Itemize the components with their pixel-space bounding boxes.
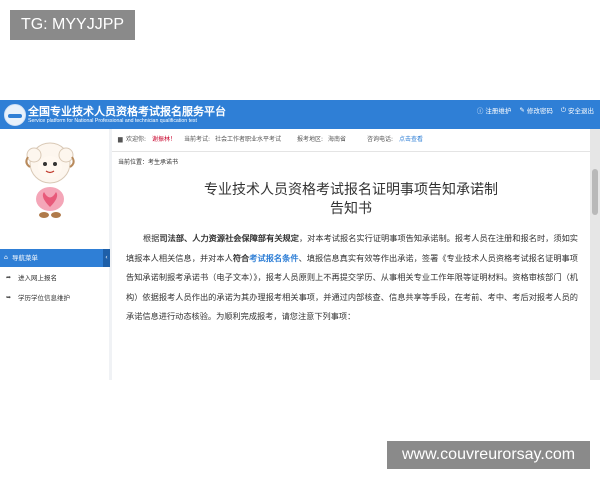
- sidebar-item-label: 学历学位信息维护: [18, 294, 70, 302]
- watermark-top: TG: MYYJJPP: [10, 10, 135, 40]
- body-bold-text: 司法部、人力资源社会保障部有关规定: [159, 233, 299, 243]
- chevron-left-icon: ‹: [105, 254, 108, 261]
- sidebar: ⌂ 导航菜单 ‹ ➦ 进入网上报名 ➥ 学历学位信息维护: [0, 129, 110, 380]
- body-text: 根据: [143, 233, 160, 243]
- header-links: ⓘ 注册维护 ✎ 修改密码 ⏻ 安全退出: [477, 105, 594, 116]
- region-label: 报考地区:: [297, 136, 324, 143]
- nav-menu-header[interactable]: ⌂ 导航菜单: [0, 249, 109, 267]
- edit-icon: ✎: [519, 106, 525, 114]
- register-maintain-link[interactable]: ⓘ 注册维护: [477, 105, 512, 115]
- notice-link[interactable]: 点击查看: [399, 129, 423, 151]
- sidebar-item-label: 进入网上报名: [18, 274, 57, 282]
- sidebar-item-education-info[interactable]: ➥ 学历学位信息维护: [0, 289, 109, 307]
- register-maintain-label: 注册维护: [485, 107, 512, 115]
- nav-menu-label: 导航菜单: [12, 254, 38, 262]
- body-bold-text: 符合: [232, 252, 250, 263]
- main-content: ▆ 欢迎你: 谢振林！ 当前考试: 社会工作者职业水平考试 报考地区: 海南省 …: [112, 129, 590, 380]
- region-name: 海南省: [328, 136, 347, 143]
- notice-label: 咨询电话:: [367, 136, 394, 143]
- forward-icon: ➥: [6, 294, 12, 301]
- document-body: 根据司法部、人力资源社会保障部有关规定，对本考试报名实行证明事项告知承诺制。报考…: [126, 229, 578, 327]
- scrollbar-thumb[interactable]: [592, 169, 598, 215]
- change-password-link[interactable]: ✎ 修改密码: [519, 105, 552, 115]
- user-info-bar: ▆ 欢迎你: 谢振林！ 当前考试: 社会工作者职业水平考试 报考地区: 海南省 …: [112, 129, 590, 152]
- home-icon: ⌂: [4, 254, 8, 261]
- document-title: 专业技术人员资格考试报名证明事项告知承诺制 告知书: [112, 181, 590, 219]
- exam-name: 社会工作者职业水平考试: [215, 136, 282, 143]
- sidebar-collapse-button[interactable]: ‹: [103, 249, 110, 267]
- user-name: 谢振林！: [152, 136, 177, 143]
- site-header: 全国专业技术人员资格考试报名服务平台 Service platform for …: [0, 100, 600, 129]
- breadcrumb-prefix: 当前位置：: [118, 159, 149, 166]
- site-logo-icon: [4, 104, 26, 126]
- app-window: 全国专业技术人员资格考试报名服务平台 Service platform for …: [0, 100, 600, 380]
- info-icon: ⓘ: [476, 107, 484, 115]
- welcome-label: 欢迎你:: [126, 136, 147, 143]
- document-title-line1: 专业技术人员资格考试报名证明事项告知承诺制: [204, 182, 498, 198]
- page-scrollbar[interactable]: [590, 129, 600, 380]
- share-icon: ➦: [6, 274, 12, 281]
- exam-requirements-link[interactable]: 考试报名条件: [249, 253, 298, 263]
- breadcrumb-current: 考生承诺书: [148, 159, 179, 166]
- exam-label: 当前考试:: [184, 136, 211, 143]
- logout-link[interactable]: ⏻ 安全退出: [560, 105, 594, 116]
- site-title: 全国专业技术人员资格考试报名服务平台: [28, 105, 226, 118]
- exit-icon: ⏻: [560, 105, 566, 114]
- breadcrumb: 当前位置：考生承诺书: [118, 157, 178, 166]
- user-icon: ▆: [118, 136, 123, 143]
- document-title-line2: 告知书: [330, 201, 372, 217]
- logout-label: 安全退出: [568, 107, 594, 115]
- change-password-label: 修改密码: [526, 107, 553, 115]
- watermark-bottom: www.couvreurorsay.com: [387, 441, 590, 469]
- site-subtitle: Service platform for National Profession…: [28, 118, 197, 124]
- sheep-mascot-icon: [25, 142, 75, 218]
- sidebar-item-online-registration[interactable]: ➦ 进入网上报名: [0, 269, 109, 287]
